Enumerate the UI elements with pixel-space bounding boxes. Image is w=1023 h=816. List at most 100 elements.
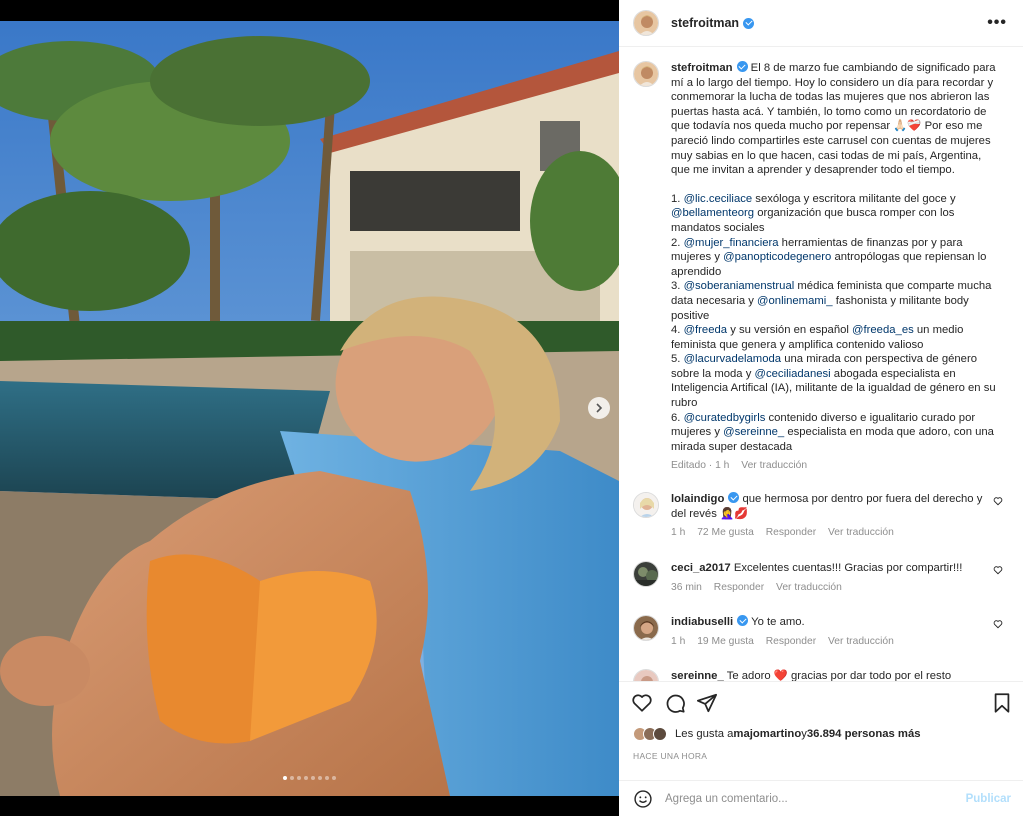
comments-section[interactable]: stefroitman El 8 de marzo fue cambiando … xyxy=(619,48,1023,681)
caption-item-3: 3. @soberaniamenstrual médica feminista … xyxy=(671,279,1001,323)
carousel-dot xyxy=(325,776,329,780)
share-send-icon[interactable] xyxy=(696,692,718,714)
post-header: stefroitman ••• xyxy=(619,0,1023,47)
caption-item-2: 2. @mujer_financiera herramientas de fin… xyxy=(671,236,1001,280)
caption-item-1: 1. @lic.ceciliace sexóloga y escritora m… xyxy=(671,192,1001,236)
mention-link[interactable]: @onlinemami_ xyxy=(757,295,833,307)
item-number: 1. xyxy=(671,192,684,205)
comment-body: lolaindigo que hermosa por dentro por fu… xyxy=(671,492,991,541)
edited-time: Editado · 1 h xyxy=(671,460,730,472)
comment-body: indiabuselli Yo te amo. 1 h 19 Me gusta … xyxy=(671,615,991,649)
header-username[interactable]: stefroitman xyxy=(671,16,739,30)
comment-input[interactable] xyxy=(665,793,955,805)
comment-item: ceci_a2017 Excelentes cuentas!!! Gracias… xyxy=(633,561,1013,595)
mention-link[interactable]: @bellamenteorg xyxy=(671,207,754,219)
comment-username[interactable]: indiabuselli xyxy=(671,616,733,628)
comment-username[interactable]: lolaindigo xyxy=(671,493,724,505)
like-comment-heart-icon[interactable] xyxy=(993,619,1003,629)
like-comment-heart-icon[interactable] xyxy=(993,565,1003,575)
avatar[interactable] xyxy=(633,10,659,36)
caption-username[interactable]: stefroitman xyxy=(671,62,733,74)
see-translation-link[interactable]: Ver traducción xyxy=(741,460,807,471)
post-media xyxy=(0,0,619,816)
comment-username[interactable]: ceci_a2017 xyxy=(671,562,731,574)
item-number: 2. xyxy=(671,236,684,249)
item-number: 4. xyxy=(671,324,684,337)
action-bar xyxy=(631,692,1015,716)
emoji-icon[interactable] xyxy=(633,789,653,809)
see-translation-link[interactable]: Ver traducción xyxy=(828,527,894,538)
caption-list: 1. @lic.ceciliace sexóloga y escritora m… xyxy=(671,192,1001,455)
liker-username[interactable]: majomartino xyxy=(733,728,801,740)
caption-intro: stefroitman El 8 de marzo fue cambiando … xyxy=(671,61,1001,178)
comment-time: 36 min xyxy=(671,581,702,593)
mention-link[interactable]: @soberaniamenstrual xyxy=(684,280,795,292)
mention-link[interactable]: @freeda xyxy=(684,324,728,336)
reply-link[interactable]: Responder xyxy=(766,636,816,647)
mention-link[interactable]: @sereinne_ xyxy=(723,426,784,438)
avatar[interactable] xyxy=(633,615,659,641)
caption-item-6: 6. @curatedbygirls contenido diverso e i… xyxy=(671,411,1001,455)
carousel-dot xyxy=(304,776,308,780)
likes-summary: Les gusta a majomartino y 36.894 persona… xyxy=(633,727,921,741)
comment-body: ceci_a2017 Excelentes cuentas!!! Gracias… xyxy=(671,561,991,595)
carousel-next-button[interactable] xyxy=(588,397,610,419)
mention-link[interactable]: @lic.ceciliace xyxy=(684,193,753,205)
post-photo[interactable] xyxy=(0,21,619,796)
carousel-dot xyxy=(332,776,336,780)
comment-text: Te adoro ❤️ gracias por dar todo por el … xyxy=(723,670,952,681)
caption-meta: Editado · 1 h Ver traducción xyxy=(671,459,1001,474)
avatar[interactable] xyxy=(633,561,659,587)
mention-link[interactable]: @freeda_es xyxy=(852,324,914,336)
comment-meta: 1 h 72 Me gusta Responder Ver traducción xyxy=(671,526,991,541)
carousel-dot xyxy=(290,776,294,780)
likes-prefix: Les gusta a xyxy=(675,728,734,740)
post-timestamp: HACE UNA HORA xyxy=(633,751,708,761)
carousel-dot xyxy=(283,776,287,780)
more-options-icon[interactable]: ••• xyxy=(987,14,1007,32)
post-footer: Les gusta a majomartino y 36.894 persona… xyxy=(619,681,1023,816)
avatar[interactable] xyxy=(653,727,667,741)
like-heart-icon[interactable] xyxy=(631,692,653,714)
photo-illustration xyxy=(0,21,619,796)
avatar[interactable] xyxy=(633,61,659,87)
see-translation-link[interactable]: Ver traducción xyxy=(776,582,842,593)
carousel-dot xyxy=(318,776,322,780)
instagram-post-modal: stefroitman ••• stefroitman El 8 de marz… xyxy=(0,0,1023,816)
comment-item: lolaindigo que hermosa por dentro por fu… xyxy=(633,492,1013,541)
mention-link[interactable]: @mujer_financiera xyxy=(684,237,779,249)
carousel-dot xyxy=(297,776,301,780)
post-details-panel: stefroitman ••• stefroitman El 8 de marz… xyxy=(619,0,1023,816)
like-comment-heart-icon[interactable] xyxy=(993,496,1003,506)
carousel-indicator xyxy=(0,776,619,780)
avatar[interactable] xyxy=(633,669,659,681)
item-number: 6. xyxy=(671,411,684,424)
add-comment-bar: Publicar xyxy=(619,780,1023,816)
comment-meta: 1 h 19 Me gusta Responder Ver traducción xyxy=(671,635,991,650)
liker-avatars xyxy=(633,727,667,741)
mention-link[interactable]: @lacurvadelamoda xyxy=(684,353,782,365)
reply-link[interactable]: Responder xyxy=(714,582,764,593)
reply-link[interactable]: Responder xyxy=(766,527,816,538)
comment-time: 1 h xyxy=(671,635,686,647)
likes-count-link[interactable]: 36.894 personas más xyxy=(807,728,921,740)
mention-link[interactable]: @ceciliadanesi xyxy=(755,368,831,380)
comment-time: 1 h xyxy=(671,527,686,539)
comment-meta: 36 min Responder Ver traducción xyxy=(671,581,991,596)
caption-item-4: 4. @freeda y su versión en español @free… xyxy=(671,323,1001,352)
comment-text: Excelentes cuentas!!! Gracias por compar… xyxy=(730,562,963,574)
comment-likes[interactable]: 19 Me gusta xyxy=(697,636,754,647)
comment-username[interactable]: sereinne_ xyxy=(671,670,724,681)
mention-link[interactable]: @curatedbygirls xyxy=(684,412,766,424)
caption-item-5: 5. @lacurvadelamoda una mirada con persp… xyxy=(671,352,1001,410)
comment-item: indiabuselli Yo te amo. 1 h 19 Me gusta … xyxy=(633,615,1013,649)
comment-likes[interactable]: 72 Me gusta xyxy=(697,527,754,538)
avatar[interactable] xyxy=(633,492,659,518)
verified-badge-icon xyxy=(737,615,749,626)
save-bookmark-icon[interactable] xyxy=(991,692,1013,714)
comment-bubble-icon[interactable] xyxy=(664,692,686,714)
mention-link[interactable]: @panopticodegenero xyxy=(723,251,831,263)
see-translation-link[interactable]: Ver traducción xyxy=(828,636,894,647)
publish-button[interactable]: Publicar xyxy=(966,793,1011,805)
comment-item: sereinne_ Te adoro ❤️ gracias por dar to… xyxy=(633,669,1013,681)
